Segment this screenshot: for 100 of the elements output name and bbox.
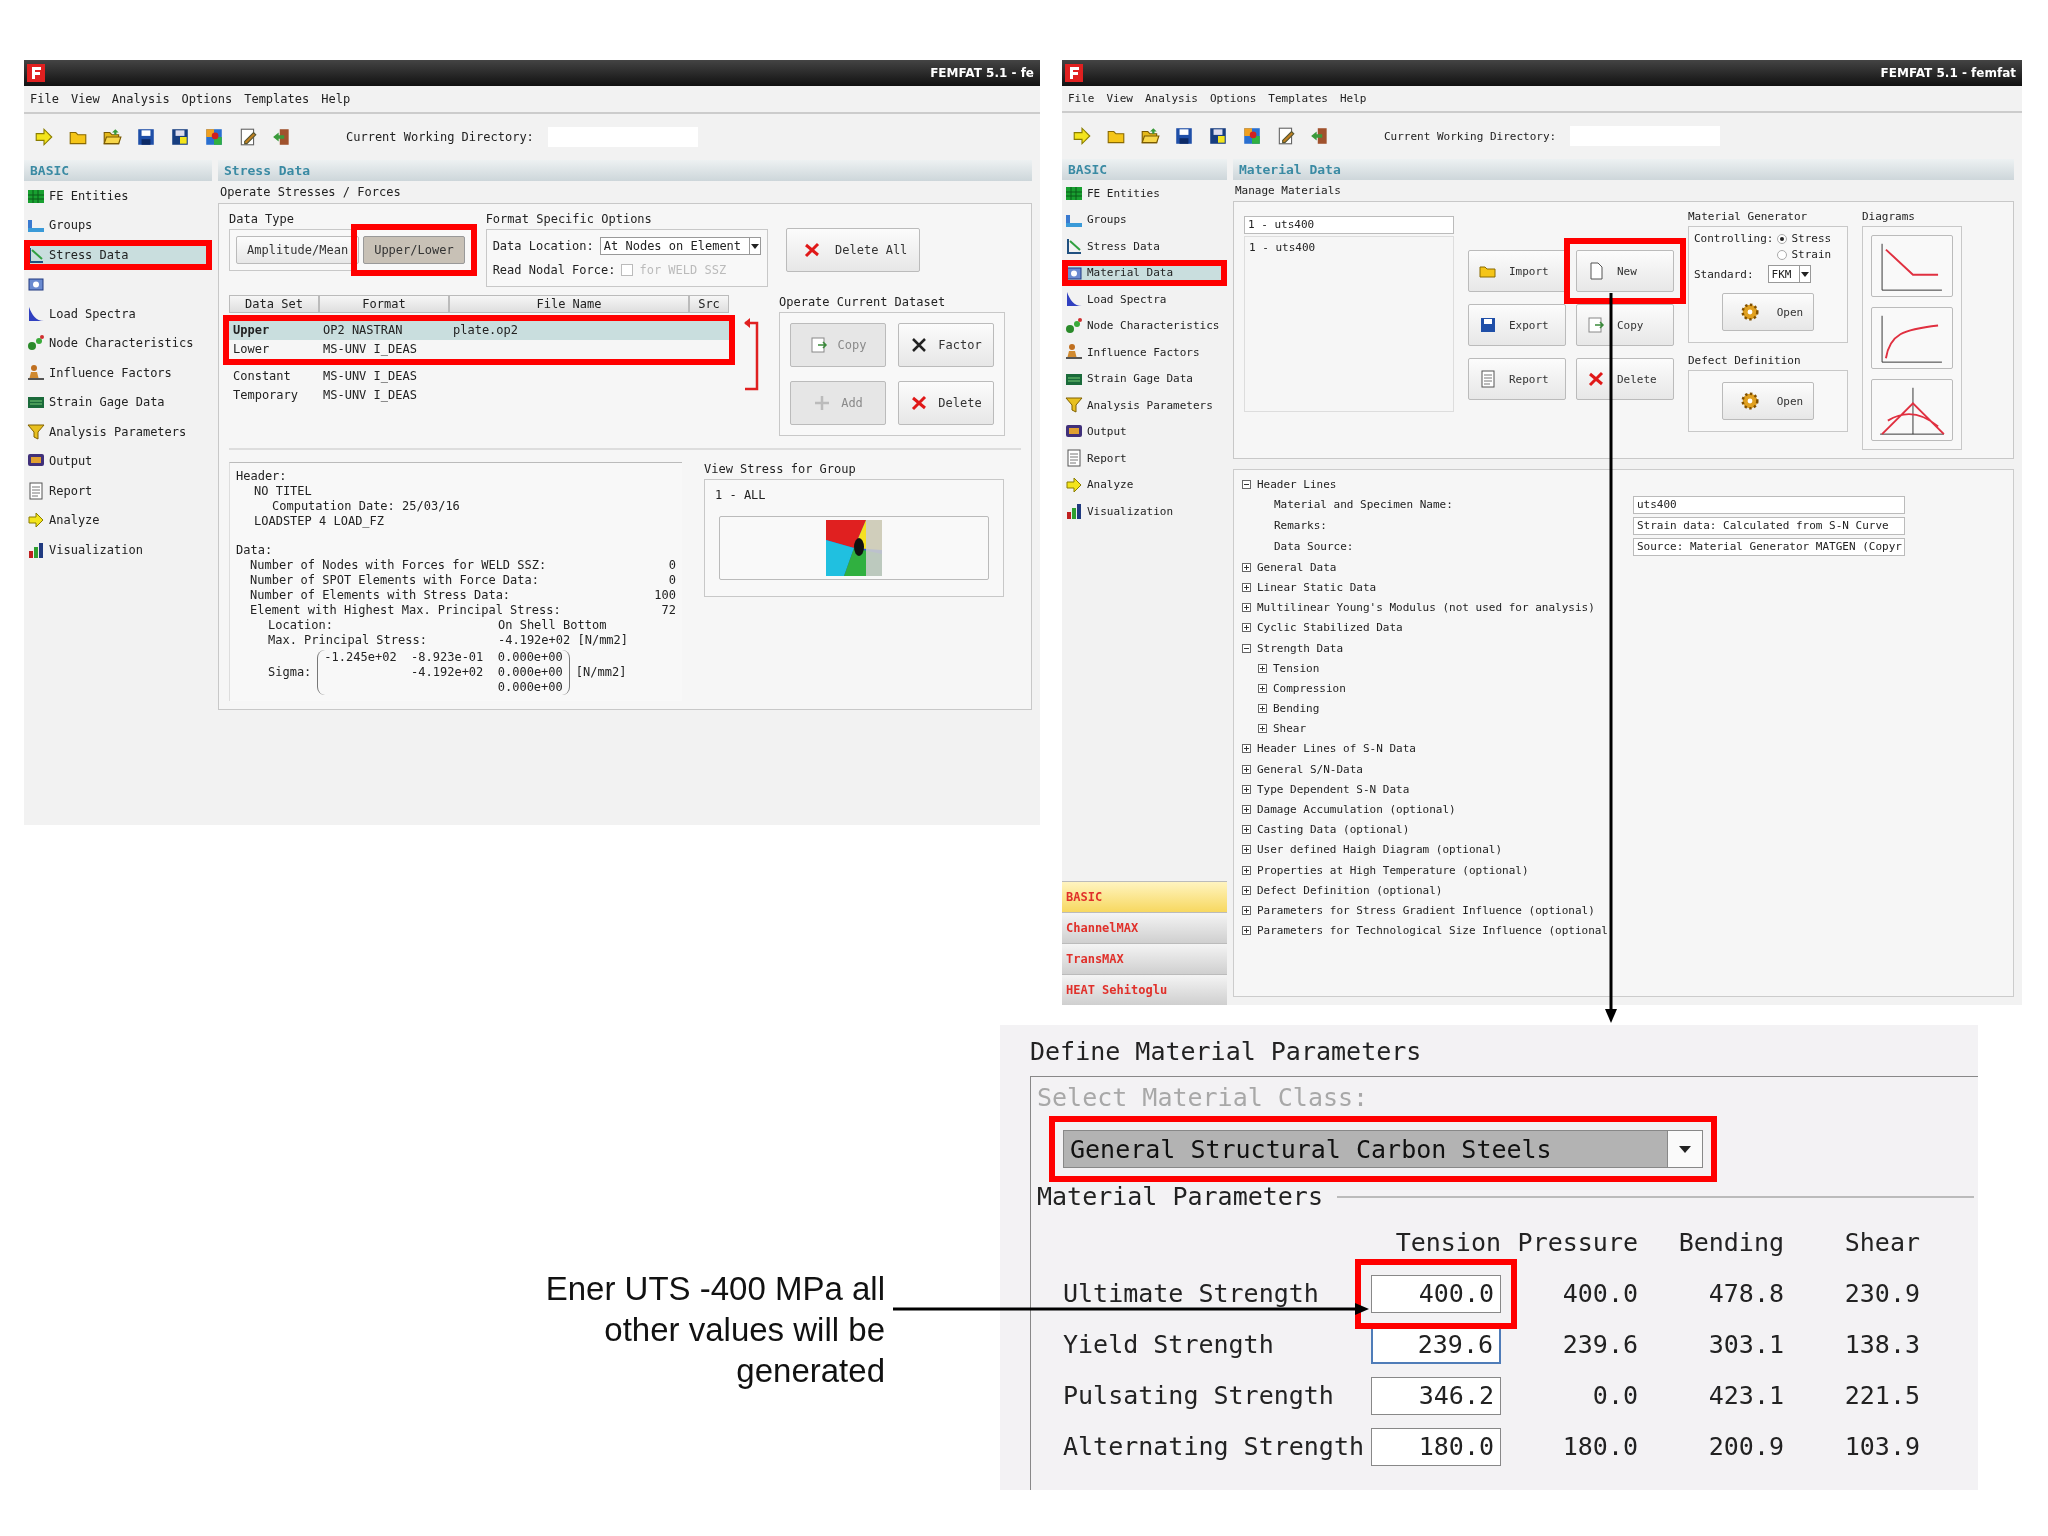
module-tab[interactable]: TransMAX xyxy=(1062,943,1227,974)
radio-button[interactable] xyxy=(1777,249,1788,260)
sidebar-item[interactable]: Strain Gage Data xyxy=(24,387,212,417)
menu-item[interactable]: Analysis xyxy=(111,92,170,106)
tree-item[interactable]: Multilinear Young's Modulus (not used for analysis) xyxy=(1257,601,1595,615)
tree-item[interactable]: Tension xyxy=(1273,661,1320,675)
text-field[interactable]: Source: Material Generator MATGEN (Copyr xyxy=(1633,537,1905,556)
tree-item[interactable]: User defined Haigh Diagram (optional) xyxy=(1257,843,1503,857)
dropdown[interactable]: General Structural Carbon Steels xyxy=(1063,1130,1703,1168)
expand-icon[interactable] xyxy=(1242,865,1251,875)
tree-item[interactable]: Header Lines of S-N Data xyxy=(1257,742,1416,756)
menu-item[interactable]: View xyxy=(1106,92,1133,105)
dropdown[interactable]: FKM xyxy=(1767,265,1812,283)
material-field[interactable]: 1 - uts400 xyxy=(1244,216,1454,234)
tree-item[interactable]: Casting Data (optional) xyxy=(1257,823,1410,837)
collapse-icon[interactable] xyxy=(1242,643,1251,653)
save-icon[interactable] xyxy=(1174,126,1194,146)
diagram-button[interactable] xyxy=(1871,379,1953,441)
module-tab[interactable]: BASIC xyxy=(1062,881,1227,912)
tree-item[interactable]: Shear xyxy=(1273,722,1307,736)
diagram-button[interactable] xyxy=(1871,307,1953,369)
edit-icon[interactable] xyxy=(238,127,258,147)
sidebar-item[interactable]: Load Spectra xyxy=(24,299,212,329)
factor-button[interactable]: Factor xyxy=(898,323,994,367)
expand-icon[interactable] xyxy=(1242,764,1251,774)
checkbox[interactable] xyxy=(621,264,634,276)
sidebar-item[interactable]: Report xyxy=(1062,445,1227,472)
menu-item[interactable]: Help xyxy=(1339,92,1367,105)
expand-icon[interactable] xyxy=(1242,905,1251,915)
tree-item[interactable]: Linear Static Data xyxy=(1257,580,1377,594)
menu-item[interactable]: Templates xyxy=(1268,92,1328,105)
tree-item[interactable]: Compression xyxy=(1273,681,1346,695)
expand-icon[interactable] xyxy=(1242,603,1251,613)
sidebar-item[interactable]: FE Entities xyxy=(24,181,212,211)
export-button[interactable]: Export xyxy=(1468,304,1566,346)
sidebar-item[interactable]: Influence Factors xyxy=(24,358,212,388)
sidebar-item[interactable]: Visualization xyxy=(1062,498,1227,525)
arrow-icon[interactable] xyxy=(1072,126,1092,146)
expand-icon[interactable] xyxy=(1242,562,1251,572)
tree-item[interactable]: Strength Data xyxy=(1257,641,1344,655)
expand-icon[interactable] xyxy=(1242,582,1251,592)
open-button[interactable]: Open xyxy=(1721,382,1815,420)
column-header[interactable]: Src xyxy=(689,295,729,313)
sidebar-item[interactable]: Output xyxy=(1062,418,1227,445)
sidebar-item[interactable]: Analysis Parameters xyxy=(24,417,212,447)
toggle-button[interactable]: Amplitude/Mean xyxy=(236,236,360,264)
expand-icon[interactable] xyxy=(1258,663,1267,673)
sidebar-item[interactable]: FE Entities xyxy=(1062,180,1227,207)
exit-icon[interactable] xyxy=(1310,126,1330,146)
import-button[interactable]: Import xyxy=(1468,250,1566,292)
sidebar-item[interactable]: Influence Factors xyxy=(1062,339,1227,366)
expand-icon[interactable] xyxy=(1258,683,1267,693)
column-header[interactable]: Format xyxy=(319,295,449,313)
open-button[interactable]: Open xyxy=(1721,293,1815,331)
delete-button[interactable]: Delete xyxy=(1576,358,1674,400)
collapse-icon[interactable] xyxy=(1242,479,1251,489)
sidebar-item[interactable]: Groups xyxy=(1062,206,1227,233)
tree-item[interactable]: General S/N-Data xyxy=(1257,762,1363,776)
module-tab[interactable]: ChannelMAX xyxy=(1062,912,1227,943)
copy-button[interactable]: Copy xyxy=(1576,304,1674,346)
list-item[interactable]: 1 - ALL xyxy=(713,486,995,504)
folder-icon[interactable] xyxy=(1140,126,1160,146)
menu-item[interactable]: Templates xyxy=(244,92,310,106)
menu-item[interactable]: File xyxy=(30,92,59,106)
view-button[interactable] xyxy=(719,516,989,580)
expand-icon[interactable] xyxy=(1242,845,1251,855)
sidebar-item[interactable]: Groups xyxy=(24,210,212,240)
tree-item[interactable]: Header Lines xyxy=(1257,477,1337,491)
sidebar-item[interactable]: Report xyxy=(24,476,212,506)
tree-item[interactable]: Properties at High Temperature (optional) xyxy=(1257,863,1529,877)
sidebar-item[interactable]: Visualization xyxy=(24,535,212,565)
input-field[interactable]: 400.0 xyxy=(1371,1274,1501,1313)
expand-icon[interactable] xyxy=(1258,724,1267,734)
tree-item[interactable]: Defect Definition (optional) xyxy=(1257,883,1443,897)
expand-icon[interactable] xyxy=(1242,805,1251,815)
sidebar-item[interactable]: Load Spectra xyxy=(1062,286,1227,313)
menu-item[interactable]: Options xyxy=(1210,92,1257,105)
input-field[interactable]: 346.2 xyxy=(1371,1376,1501,1415)
report-button[interactable]: Report xyxy=(1468,358,1566,400)
expand-icon[interactable] xyxy=(1242,926,1251,936)
menu-item[interactable]: Options xyxy=(181,92,233,106)
expand-icon[interactable] xyxy=(1242,784,1251,794)
toggle-button[interactable]: Upper/Lower xyxy=(363,236,465,264)
expand-icon[interactable] xyxy=(1242,885,1251,895)
column-header[interactable]: Data Set xyxy=(229,295,319,313)
menu-item[interactable]: View xyxy=(70,92,100,106)
expand-icon[interactable] xyxy=(1242,623,1251,633)
menu-item[interactable]: Analysis xyxy=(1145,92,1198,105)
sidebar-item[interactable]: Stress Data xyxy=(1062,233,1227,260)
expand-icon[interactable] xyxy=(1258,704,1267,714)
input-field[interactable]: 180.0 xyxy=(1371,1427,1501,1466)
dropdown[interactable]: At Nodes on Element xyxy=(599,237,762,255)
sidebar-item[interactable]: Strain Gage Data xyxy=(1062,365,1227,392)
save-icon[interactable] xyxy=(136,127,156,147)
delete-button[interactable]: Delete xyxy=(898,381,994,425)
tree-item[interactable]: Cyclic Stabilized Data xyxy=(1257,621,1403,635)
delete-all-button[interactable]: Delete All xyxy=(786,227,921,272)
sidebar-item[interactable]: Output xyxy=(24,446,212,476)
sidebar-item[interactable]: Analyze xyxy=(1062,471,1227,498)
tree-item[interactable]: Bending xyxy=(1273,702,1320,716)
